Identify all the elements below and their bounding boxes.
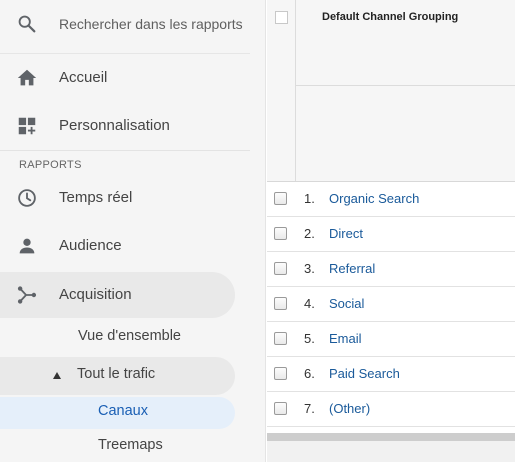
nav-item-realtime[interactable]: Temps réel xyxy=(0,177,250,221)
row-link[interactable]: Social xyxy=(329,296,364,311)
row-checkbox[interactable] xyxy=(274,367,287,380)
row-link[interactable]: Direct xyxy=(329,226,363,241)
row-link[interactable]: Paid Search xyxy=(329,366,400,381)
table-row: 3. Referral xyxy=(267,252,515,287)
channel-table: Default Channel Grouping 1. Organic Sear… xyxy=(267,0,515,462)
row-number: 3. xyxy=(304,261,315,276)
row-checkbox[interactable] xyxy=(274,192,287,205)
sub-item-label: Tout le trafic xyxy=(77,366,156,382)
row-number: 1. xyxy=(304,191,315,206)
sub-item-channels[interactable]: Canaux xyxy=(0,397,235,429)
table-header xyxy=(267,0,515,182)
nav-item-acquisition[interactable]: Acquisition xyxy=(0,272,235,318)
row-link[interactable]: Organic Search xyxy=(329,191,419,206)
header-divider xyxy=(295,85,515,86)
sub-item-all-traffic[interactable]: Tout le trafic xyxy=(0,357,235,395)
row-checkbox[interactable] xyxy=(274,227,287,240)
sub-item-overview[interactable]: Vue d'ensemble xyxy=(0,319,235,357)
table-row: 1. Organic Search xyxy=(267,182,515,217)
row-number: 2. xyxy=(304,226,315,241)
row-link[interactable]: Referral xyxy=(329,261,375,276)
person-icon xyxy=(16,235,38,257)
divider xyxy=(0,150,250,151)
sub-item-label: Treemaps xyxy=(98,437,163,453)
nav-item-home[interactable]: Accueil xyxy=(0,57,250,101)
search-input[interactable] xyxy=(59,13,245,35)
table-row: 4. Social xyxy=(267,287,515,322)
search-bar xyxy=(0,0,250,54)
caret-up-icon xyxy=(53,372,61,379)
row-checkbox[interactable] xyxy=(274,297,287,310)
table-row: 2. Direct xyxy=(267,217,515,252)
row-checkbox[interactable] xyxy=(274,332,287,345)
row-number: 5. xyxy=(304,331,315,346)
row-link[interactable]: Email xyxy=(329,331,362,346)
row-link[interactable]: (Other) xyxy=(329,401,370,416)
table-row: 7. (Other) xyxy=(267,392,515,427)
sidebar: Accueil Personnalisation RAPPORTS Temps … xyxy=(0,0,266,462)
search-icon[interactable] xyxy=(16,13,38,35)
horizontal-scrollbar[interactable] xyxy=(267,433,515,441)
sub-item-treemaps[interactable]: Treemaps xyxy=(0,428,235,462)
row-checkbox[interactable] xyxy=(274,402,287,415)
nav-item-label: Temps réel xyxy=(59,189,133,206)
nav-item-label: Audience xyxy=(59,237,122,254)
row-number: 7. xyxy=(304,401,315,416)
table-row: 5. Email xyxy=(267,322,515,357)
sub-item-label: Vue d'ensemble xyxy=(78,328,181,344)
column-header-channel-grouping[interactable]: Default Channel Grouping xyxy=(322,11,458,23)
table-footer xyxy=(267,441,515,462)
nav-item-label: Accueil xyxy=(59,69,108,86)
row-number: 6. xyxy=(304,366,315,381)
nav-item-audience[interactable]: Audience xyxy=(0,225,250,269)
nav-item-label: Acquisition xyxy=(59,286,132,303)
acquisition-icon xyxy=(16,284,38,306)
nav-item-label: Personnalisation xyxy=(59,117,170,134)
sub-item-label: Canaux xyxy=(98,403,148,419)
home-icon xyxy=(16,67,38,89)
dashboard-add-icon xyxy=(16,115,38,137)
nav-item-customization[interactable]: Personnalisation xyxy=(0,105,250,149)
select-all-checkbox[interactable] xyxy=(275,11,288,24)
row-checkbox[interactable] xyxy=(274,262,287,275)
section-heading-reports: RAPPORTS xyxy=(19,159,82,171)
header-divider xyxy=(295,0,296,182)
row-number: 4. xyxy=(304,296,315,311)
table-row: 6. Paid Search xyxy=(267,357,515,392)
clock-icon xyxy=(16,187,38,209)
